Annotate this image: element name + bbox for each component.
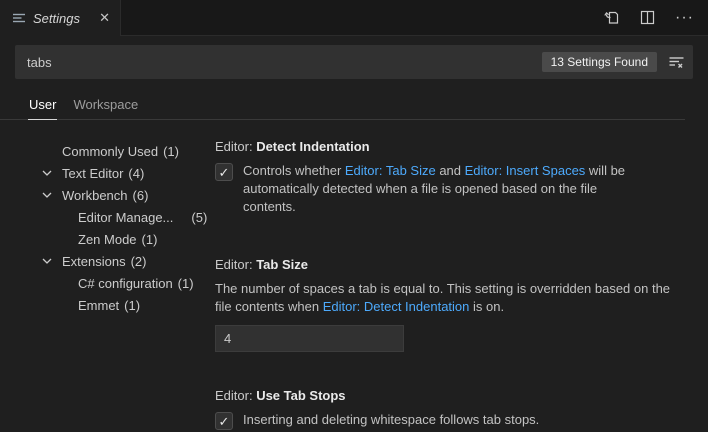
setting-use-tab-stops: Editor: Use Tab Stops ✓ Inserting and de… bbox=[215, 388, 679, 430]
settings-search-bar: 13 Settings Found bbox=[15, 45, 693, 79]
split-editor-icon[interactable] bbox=[640, 10, 655, 25]
more-actions-icon[interactable]: ··· bbox=[675, 13, 694, 23]
link-editor-detect-indentation[interactable]: Editor: Detect Indentation bbox=[323, 299, 470, 314]
toc-item-text-editor[interactable]: Text Editor (4) bbox=[0, 162, 215, 184]
setting-title: Editor: Tab Size bbox=[215, 257, 679, 273]
toc-item-editor-management[interactable]: Editor Manage... (5) bbox=[0, 206, 215, 228]
setting-title: Editor: Use Tab Stops bbox=[215, 388, 679, 404]
chevron-down-icon bbox=[41, 255, 53, 267]
settings-editor-tab[interactable]: Settings ✕ bbox=[0, 0, 121, 36]
toc-count: (5) bbox=[191, 210, 207, 225]
settings-toc-tree: Commonly Used (1) Text Editor (4) Workbe… bbox=[0, 139, 215, 430]
setting-description: The number of spaces a tab is equal to. … bbox=[215, 280, 679, 316]
detect-indentation-checkbox[interactable]: ✓ bbox=[215, 163, 233, 181]
settings-scope-bar: User Workspace bbox=[0, 89, 708, 120]
toc-count: (2) bbox=[131, 254, 147, 269]
toc-item-extensions[interactable]: Extensions (2) bbox=[0, 250, 215, 272]
open-settings-json-icon[interactable] bbox=[603, 9, 620, 26]
setting-tab-size: Editor: Tab Size The number of spaces a … bbox=[215, 257, 679, 352]
settings-sliders-icon bbox=[12, 11, 26, 25]
toc-count: (4) bbox=[128, 166, 144, 181]
filter-clear-icon[interactable] bbox=[668, 54, 685, 71]
setting-title: Editor: Detect Indentation bbox=[215, 139, 679, 155]
toc-count: (6) bbox=[133, 188, 149, 203]
editor-actions: ··· bbox=[603, 0, 694, 35]
link-editor-tab-size[interactable]: Editor: Tab Size bbox=[345, 163, 436, 178]
settings-search-input[interactable] bbox=[27, 55, 542, 70]
setting-description: Controls whether Editor: Tab Size and Ed… bbox=[243, 162, 649, 216]
tab-size-input[interactable] bbox=[215, 325, 404, 352]
settings-list: Editor: Detect Indentation ✓ Controls wh… bbox=[215, 139, 679, 430]
setting-detect-indentation: Editor: Detect Indentation ✓ Controls wh… bbox=[215, 139, 679, 216]
scope-tab-workspace[interactable]: Workspace bbox=[72, 89, 139, 120]
toc-item-csharp-configuration[interactable]: C# configuration (1) bbox=[0, 272, 215, 294]
close-tab-icon[interactable]: ✕ bbox=[97, 10, 112, 26]
toc-count: (1) bbox=[124, 298, 140, 313]
toc-item-workbench[interactable]: Workbench (6) bbox=[0, 184, 215, 206]
use-tab-stops-checkbox[interactable]: ✓ bbox=[215, 412, 233, 430]
chevron-down-icon bbox=[41, 189, 53, 201]
scope-tab-user[interactable]: User bbox=[28, 89, 57, 120]
toc-item-commonly-used[interactable]: Commonly Used (1) bbox=[0, 140, 215, 162]
setting-description: Inserting and deleting whitespace follow… bbox=[243, 411, 539, 429]
chevron-down-icon bbox=[41, 167, 53, 179]
toc-count: (1) bbox=[142, 232, 158, 247]
link-editor-insert-spaces[interactable]: Editor: Insert Spaces bbox=[465, 163, 586, 178]
toc-count: (1) bbox=[163, 144, 179, 159]
results-count-badge: 13 Settings Found bbox=[542, 52, 657, 72]
tab-title: Settings bbox=[33, 11, 90, 26]
toc-item-zen-mode[interactable]: Zen Mode (1) bbox=[0, 228, 215, 250]
toc-item-emmet[interactable]: Emmet (1) bbox=[0, 294, 215, 316]
toc-count: (1) bbox=[178, 276, 194, 291]
editor-tab-bar: Settings ✕ ··· bbox=[0, 0, 708, 36]
